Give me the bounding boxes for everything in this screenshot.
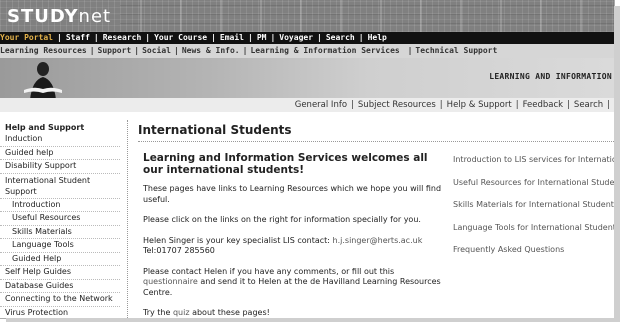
sidebar-sub-language-tools[interactable]: Language Tools (0, 239, 120, 253)
subnav-search[interactable]: Search (574, 100, 603, 110)
contact-paragraph: Helen Singer is your key specialist LIS … (143, 236, 443, 257)
nav-your-portal[interactable]: Your Portal (0, 32, 53, 44)
quiz-paragraph: Try the quiz about these pages! (143, 308, 443, 318)
sidebar-sub-guided-help[interactable]: Guided Help (0, 253, 120, 266)
sidebar-sub-introduction[interactable]: Introduction (0, 199, 120, 212)
subnav-feedback[interactable]: Feedback (523, 100, 563, 110)
right-links: Introduction to LIS services for Interna… (453, 154, 614, 267)
student-photo (24, 62, 62, 100)
sidebar-item-database-guides[interactable]: Database Guides (0, 280, 120, 293)
link-faq[interactable]: Frequently Asked Questions (453, 244, 614, 255)
page-title: International Students (138, 123, 614, 142)
nav-search[interactable]: Search (326, 32, 355, 44)
sidebar-item-guided-help[interactable]: Guided help (0, 147, 120, 160)
quiz-text: Try the (143, 308, 173, 317)
nav-social[interactable]: Social (142, 44, 171, 58)
logo-bold: STUDY (7, 6, 79, 27)
banner-title: LEARNING AND INFORMATION (489, 72, 612, 81)
link-intro-lis[interactable]: Introduction to LIS services for Interna… (453, 154, 614, 165)
nav-help[interactable]: Help (368, 32, 387, 44)
subnav-general-info[interactable]: General Info (295, 100, 347, 110)
nav-voyager[interactable]: Voyager (279, 32, 313, 44)
contact-tel: Tel:01707 285560 (143, 246, 215, 255)
nav-email[interactable]: Email (220, 32, 244, 44)
nav-staff[interactable]: Staff (66, 32, 90, 44)
nav-research[interactable]: Research (103, 32, 142, 44)
section-subnav: General Info | Subject Resources | Help & Su… (0, 98, 614, 112)
sidebar-item-induction[interactable]: Induction (0, 133, 120, 147)
secondary-nav: Learning Resources | Support | Social | News &… (0, 44, 614, 58)
sidebar-sub-skills-materials[interactable]: Skills Materials (0, 226, 120, 239)
logo-bar: STUDYnet (0, 0, 614, 32)
subnav-help-support[interactable]: Help & Support (447, 100, 512, 110)
nav-technical-support[interactable]: Technical Support (415, 44, 497, 58)
welcome-heading: Learning and Information Services welcom… (143, 152, 428, 176)
primary-nav: Your Portal | Staff | Research | Your Course | E… (0, 32, 614, 44)
contact-email-link[interactable]: h.j.singer@herts.ac.uk (333, 236, 423, 245)
questionnaire-link[interactable]: questionnaire (143, 277, 198, 286)
link-language-tools[interactable]: Language Tools for International Student… (453, 222, 614, 233)
sidebar-item-self-help-guides[interactable]: Self Help Guides (0, 266, 120, 280)
sidebar-heading: Help and Support (5, 123, 85, 132)
links-paragraph: Please click on the links on the right f… (143, 215, 421, 224)
link-skills-materials[interactable]: Skills Materials for International Stude… (453, 199, 614, 210)
subnav-subject-resources[interactable]: Subject Resources (358, 100, 436, 110)
studynet-logo[interactable]: STUDYnet (7, 6, 111, 27)
nav-your-course[interactable]: Your Course (154, 32, 207, 44)
sidebar-item-international-support[interactable]: International Student Support (0, 174, 120, 199)
nav-news-info[interactable]: News & Info. (182, 44, 240, 58)
comments-paragraph: Please contact Helen if you have any com… (143, 267, 443, 299)
quiz-link[interactable]: quiz (173, 308, 190, 317)
sidebar-item-connecting-network[interactable]: Connecting to the Network (0, 293, 120, 307)
frame-shadow-right (614, 6, 620, 322)
frame-shadow-bottom (6, 318, 620, 322)
nav-pm[interactable]: PM (257, 32, 267, 44)
quiz-suffix: about these pages! (189, 308, 270, 317)
sidebar-item-disability-support[interactable]: Disability Support (0, 160, 120, 174)
nav-learning-resources[interactable]: Learning Resources (0, 44, 87, 58)
browser-page: STUDYnet Your Portal | Staff | Research | Your… (0, 0, 615, 319)
comments-text: Please contact Helen if you have any com… (143, 266, 395, 276)
logo-rest: net (78, 6, 112, 27)
main-content: International Students Learning and Info… (138, 120, 614, 318)
welcome-content: Learning and Information Services welcom… (143, 152, 443, 318)
nav-support[interactable]: Support (98, 44, 132, 58)
left-sidebar: Help and Support Induction Guided help D… (0, 120, 128, 318)
link-useful-resources[interactable]: Useful Resources for International Stude… (453, 177, 614, 188)
intro-paragraph: These pages have links to Learning Resou… (143, 184, 442, 204)
contact-text: Helen Singer is your key specialist LIS … (143, 235, 333, 245)
nav-lis[interactable]: Learning & Information Services (250, 44, 399, 58)
sidebar-sub-useful-resources[interactable]: Useful Resources (0, 212, 120, 226)
